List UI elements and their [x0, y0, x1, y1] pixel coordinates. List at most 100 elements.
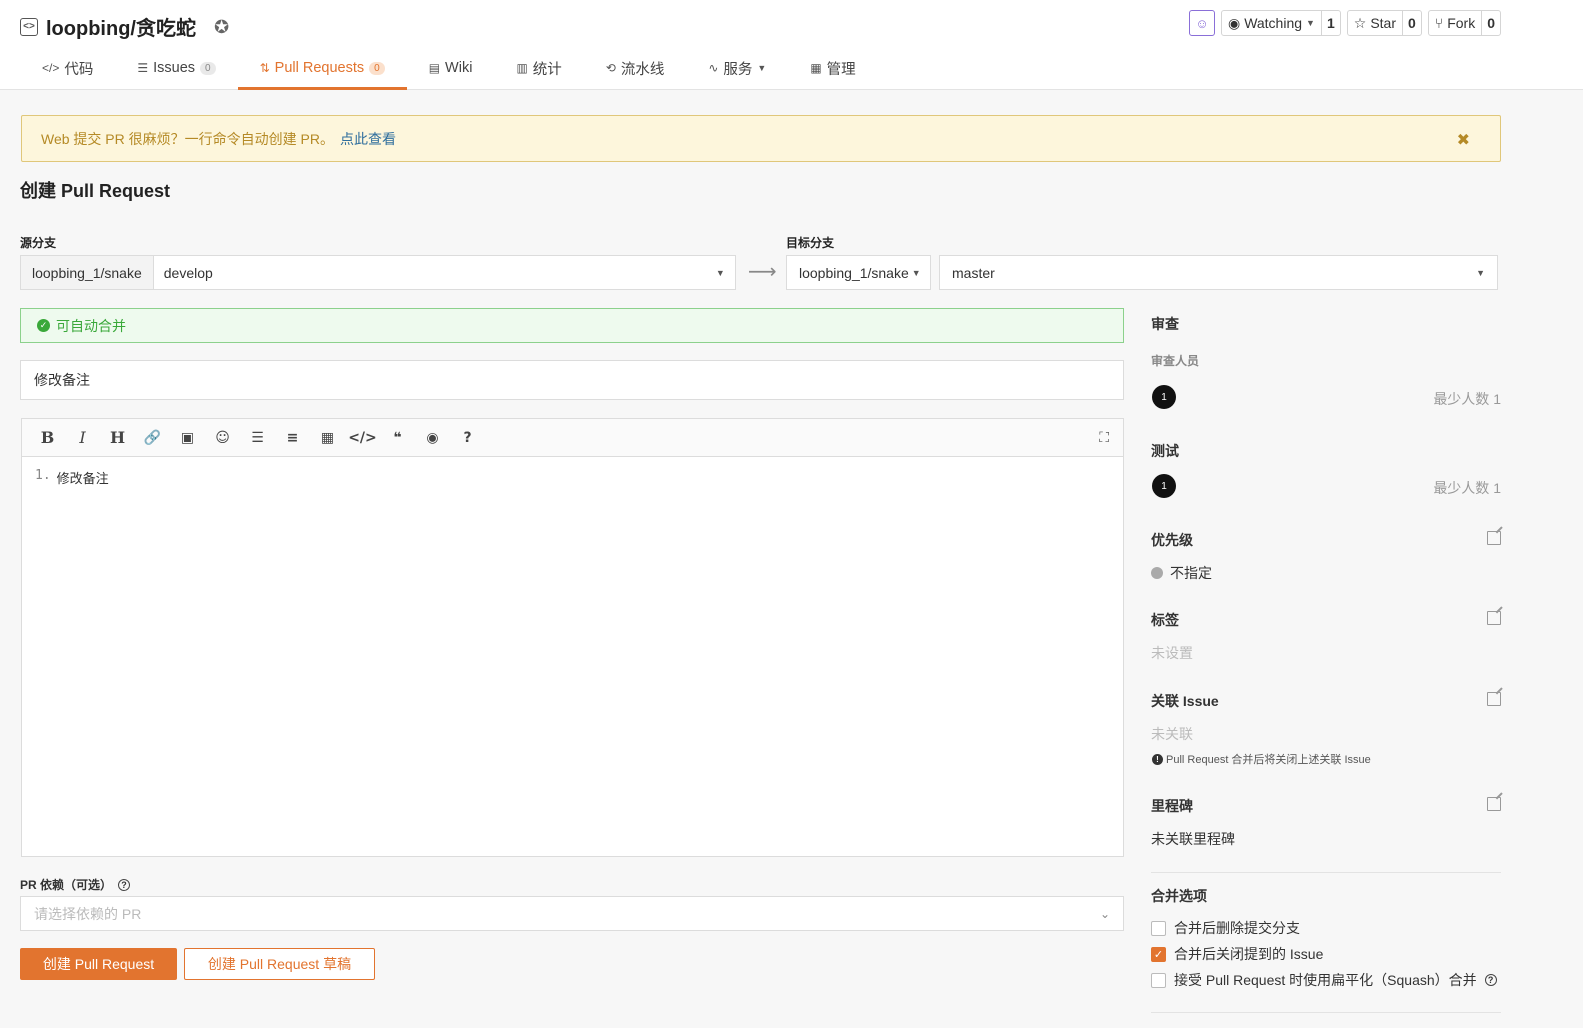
star-group[interactable]: ☆ Star 0	[1346, 10, 1422, 36]
dependency-label: PR 依赖（可选） ?	[20, 876, 131, 893]
test-min-count: 最少人数 1	[1433, 480, 1501, 496]
create-pr-button[interactable]: 创建 Pull Request	[20, 948, 177, 980]
sidebar-divider	[1151, 872, 1501, 873]
help-circle-icon[interactable]: ?	[118, 878, 131, 891]
repo-title: <> loopbing/贪吃蛇 ✪	[20, 12, 234, 41]
badge-icon[interactable]: ✪	[214, 17, 234, 37]
tab-wiki[interactable]: ▤ Wiki	[407, 46, 495, 90]
ai-assistant-button[interactable]: ☺	[1188, 10, 1215, 36]
issue-note: ! Pull Request 合并后将关闭上述关联 Issue	[1152, 751, 1371, 767]
book-icon: ▤	[428, 61, 441, 75]
star-count[interactable]: 0	[1403, 11, 1421, 35]
help-circle-icon[interactable]: ?	[1484, 974, 1497, 986]
option-close-issue[interactable]: ✓ 合并后关闭提到的 Issue	[1151, 944, 1323, 964]
linked-issue-title: 关联 Issue	[1151, 693, 1219, 709]
edit-priority-icon[interactable]	[1487, 531, 1501, 545]
watch-group[interactable]: ◉ Watching ▼ 1	[1220, 10, 1341, 36]
linked-issue-value: 未关联	[1151, 726, 1193, 742]
edit-labels-icon[interactable]	[1487, 611, 1501, 625]
pulse-icon: ∿	[708, 61, 719, 75]
target-repo-select[interactable]: loopbing_1/snake ▼	[786, 255, 931, 290]
source-branch-selector: loopbing_1/snake develop ▼	[20, 255, 736, 290]
tab-services[interactable]: ∿ 服务 ▼	[686, 46, 788, 90]
reviewers-label: 审查人员	[1151, 354, 1200, 368]
option-squash[interactable]: 接受 Pull Request 时使用扁平化（Squash）合并 ?	[1151, 970, 1497, 990]
table-icon[interactable]: ▦	[310, 430, 345, 446]
repo-header: <> loopbing/贪吃蛇 ✪ ☺ ◉ Watching ▼ 1 ☆ Sta…	[0, 0, 1583, 90]
issues-count: 0	[200, 61, 216, 75]
watch-count[interactable]: 1	[1322, 11, 1340, 35]
editor-toolbar: B I H 🔗 ▣ ☺ ☰ ≡ ▦ </> ❝ ◉ ? ⛶	[22, 419, 1123, 457]
checkbox[interactable]	[1151, 920, 1166, 936]
reviewer-count-badge[interactable]: 1	[1152, 385, 1176, 409]
fork-count[interactable]: 0	[1482, 11, 1500, 35]
code-repo-icon: <>	[20, 17, 38, 36]
close-icon[interactable]: ✖	[1457, 130, 1470, 150]
star-icon: ☆	[1353, 14, 1367, 31]
repo-name[interactable]: loopbing/贪吃蛇	[46, 12, 196, 41]
robot-icon: ☺	[1195, 15, 1209, 31]
help-icon[interactable]: ?	[450, 430, 485, 446]
checkbox[interactable]	[1151, 972, 1166, 988]
tester-count-badge[interactable]: 1	[1152, 474, 1176, 498]
tab-code[interactable]: </> 代码	[20, 46, 115, 90]
edit-issue-icon[interactable]	[1487, 692, 1501, 706]
pr-title-input[interactable]: 修改备注	[20, 360, 1124, 400]
review-title: 审查	[1151, 316, 1179, 332]
issues-icon: ☰	[137, 61, 149, 75]
bar-chart-icon: ▥	[516, 61, 528, 75]
tab-stats[interactable]: ▥ 统计	[494, 46, 583, 90]
tab-pull-requests[interactable]: ⇅ Pull Requests 0	[237, 46, 407, 90]
image-icon[interactable]: ▣	[170, 430, 205, 446]
target-branch-select[interactable]: master ▼	[939, 255, 1498, 290]
source-branch-select[interactable]: develop ▼	[153, 255, 736, 290]
chevron-down-icon: ⌄	[1099, 906, 1110, 921]
merge-status: ✓ 可自动合并	[20, 308, 1124, 343]
page-title: 创建 Pull Request	[20, 181, 171, 201]
italic-icon[interactable]: I	[65, 428, 100, 447]
create-draft-button[interactable]: 创建 Pull Request 草稿	[184, 948, 375, 980]
fullscreen-icon[interactable]: ⛶	[1099, 429, 1109, 446]
tab-manage[interactable]: ▦ 管理	[788, 46, 877, 90]
sidebar-divider	[1151, 1012, 1501, 1013]
info-icon: !	[1152, 753, 1163, 765]
eye-icon: ◉	[1227, 14, 1241, 31]
notice-link[interactable]: 点此查看	[340, 129, 396, 149]
preview-eye-icon[interactable]: ◉	[415, 430, 450, 446]
bold-icon[interactable]: B	[30, 428, 65, 447]
caret-down-icon: ▼	[911, 267, 921, 278]
labels-title: 标签	[1151, 612, 1179, 628]
milestone-title: 里程碑	[1151, 798, 1193, 814]
link-icon[interactable]: 🔗	[135, 430, 170, 446]
target-branch-label: 目标分支	[786, 236, 835, 250]
priority-title: 优先级	[1151, 532, 1193, 548]
repo-tabs: </> 代码 ☰ Issues 0 ⇅ Pull Requests 0 ▤ Wiki ▥ 统计…	[20, 46, 878, 90]
merge-options-title: 合并选项	[1151, 888, 1207, 904]
fork-button[interactable]: ⑂ Fork	[1429, 11, 1483, 35]
checkbox-checked[interactable]: ✓	[1151, 946, 1166, 962]
source-repo: loopbing_1/snake	[20, 255, 154, 290]
star-button[interactable]: ☆ Star	[1348, 11, 1403, 35]
tab-issues[interactable]: ☰ Issues 0	[115, 46, 237, 90]
editor-text: 修改备注	[56, 472, 109, 487]
heading-icon[interactable]: H	[100, 428, 135, 447]
caret-down-icon: ▼	[1306, 18, 1315, 28]
fork-group[interactable]: ⑂ Fork 0	[1427, 10, 1501, 36]
option-delete-branch[interactable]: 合并后删除提交分支	[1151, 918, 1300, 938]
notice-text: Web 提交 PR 很麻烦？一行命令自动创建 PR。	[41, 130, 334, 147]
edit-milestone-icon[interactable]	[1487, 797, 1501, 811]
manage-icon: ▦	[810, 61, 822, 75]
watch-button[interactable]: ◉ Watching ▼	[1222, 11, 1322, 35]
ordered-list-icon[interactable]: ≡	[275, 430, 310, 446]
line-number: 1.	[35, 468, 51, 483]
emoji-icon[interactable]: ☺	[205, 430, 240, 446]
tab-pipeline[interactable]: ⟲ 流水线	[584, 46, 687, 90]
caret-down-icon: ▼	[757, 63, 767, 73]
code-icon[interactable]: </>	[345, 430, 380, 446]
dependency-select[interactable]: 请选择依赖的 PR ⌄	[20, 896, 1124, 931]
unordered-list-icon[interactable]: ☰	[240, 430, 275, 446]
pipeline-icon: ⟲	[605, 61, 616, 75]
quote-icon[interactable]: ❝	[380, 430, 415, 446]
editor-content[interactable]: 1. 修改备注	[22, 457, 1123, 498]
code-icon: </>	[42, 61, 60, 75]
